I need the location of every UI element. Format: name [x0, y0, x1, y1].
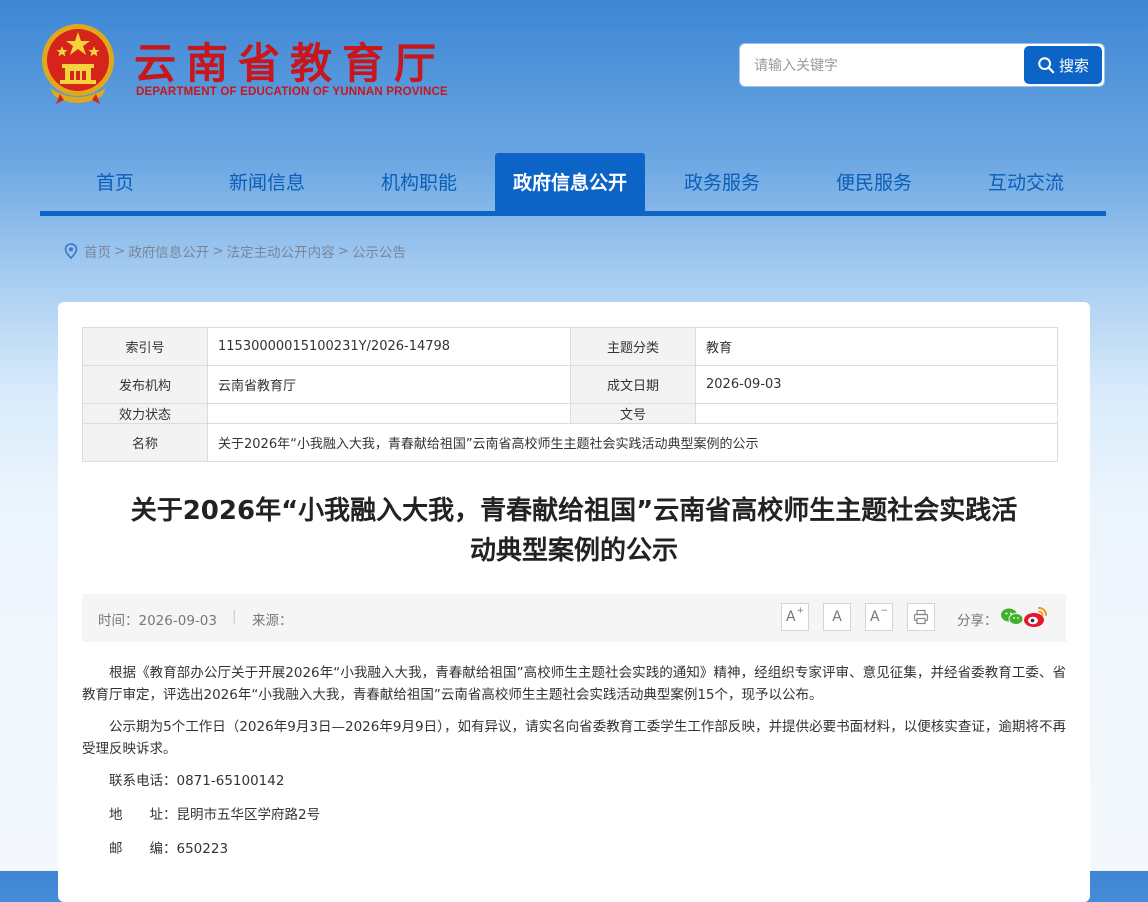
meta-row: 发布机构 云南省教育厅 成文日期 2026-09-03	[82, 365, 1058, 404]
publish-time: 时间：2026-09-03	[98, 613, 217, 629]
nav-item-gov-services[interactable]: 政务服务	[647, 153, 797, 212]
location-pin-icon	[64, 243, 78, 259]
search-icon	[1038, 57, 1055, 74]
contact-address: 地 址：昆明市五华区学府路2号	[109, 807, 321, 823]
breadcrumb-separator: >	[212, 243, 224, 259]
article-paragraph: 公示期为5个工作日（2026年9月3日—2026年9月9日），如有异议，请实名向…	[82, 719, 1066, 757]
search-box: 搜索	[739, 43, 1105, 87]
meta-publisher-value: 云南省教育厅	[207, 365, 571, 404]
breadcrumb-home[interactable]: 首页	[84, 241, 111, 261]
meta-name-value: 关于2026年“小我融入大我，青春献给祖国”云南省高校师生主题社会实践活动典型案…	[207, 423, 1058, 462]
meta-index-label: 索引号	[82, 327, 208, 366]
contact-phone: 联系电话：0871-65100142	[109, 773, 285, 789]
article-title-line: 动典型案例的公示	[469, 536, 678, 566]
meta-date-value: 2026-09-03	[695, 365, 1058, 404]
meta-docno-value	[695, 403, 1058, 424]
article-title-line: 关于2026年“小我融入大我，青春献给祖国”云南省高校师生主题社会实践活	[130, 496, 1018, 526]
breadcrumb-gov-info[interactable]: 政府信息公开	[128, 241, 209, 261]
meta-row: 效力状态 文号	[82, 403, 1058, 424]
article-paragraph: 根据《教育部办公厅关于开展2026年“小我融入大我，青春献给祖国”高校师生主题社…	[82, 665, 1066, 703]
meta-docno-label: 文号	[570, 403, 696, 424]
print-button[interactable]	[907, 603, 935, 631]
national-emblem-icon[interactable]	[40, 22, 116, 104]
share-label: 分享：	[957, 613, 998, 629]
article-info-bar: 时间：2026-09-03 | 来源： A + A A − 分享：	[82, 594, 1066, 642]
search-button-label: 搜索	[1058, 56, 1089, 75]
meta-index-value: 11530000015100231Y/2026-14798	[207, 327, 571, 366]
meta-row: 名称 关于2026年“小我融入大我，青春献给祖国”云南省高校师生主题社会实践活动…	[82, 423, 1058, 462]
nav-item-home[interactable]: 首页	[40, 153, 190, 212]
breadcrumb-separator: >	[114, 243, 126, 259]
site-subtitle: DEPARTMENT OF EDUCATION OF YUNNAN PROVIN…	[136, 86, 448, 98]
nav-item-public-services[interactable]: 便民服务	[798, 153, 950, 212]
meta-name-label: 名称	[82, 423, 208, 462]
nav-item-organization[interactable]: 机构职能	[343, 153, 495, 212]
search-button[interactable]: 搜索	[1024, 46, 1102, 84]
nav-item-news[interactable]: 新闻信息	[191, 153, 343, 212]
search-input[interactable]	[752, 53, 1026, 79]
main-nav: 首页 新闻信息 机构职能 政府信息公开 政务服务 便民服务 互动交流	[40, 153, 1106, 212]
article-body: 根据《教育部办公厅关于开展2026年“小我融入大我，青春献给祖国”高校师生主题社…	[82, 662, 1066, 872]
breadcrumb: 首页 > 政府信息公开 > 法定主动公开内容 > 公示公告	[64, 241, 406, 261]
article-title: 关于2026年“小我融入大我，青春献给祖国”云南省高校师生主题社会实践活 动典型…	[82, 491, 1066, 571]
meta-status-label: 效力状态	[82, 403, 208, 424]
font-decrease-button[interactable]: A −	[865, 603, 893, 631]
meta-date-label: 成文日期	[570, 365, 696, 404]
contact-postcode: 邮 编：650223	[109, 841, 229, 857]
breadcrumb-notice[interactable]: 公示公告	[352, 241, 406, 261]
breadcrumb-separator: >	[337, 243, 349, 259]
weibo-icon[interactable]	[1022, 603, 1050, 631]
meta-publisher-label: 发布机构	[82, 365, 208, 404]
site-header: 云南省教育厅 DEPARTMENT OF EDUCATION OF YUNNAN…	[0, 0, 1148, 150]
nav-item-interaction[interactable]: 互动交流	[950, 153, 1102, 212]
meta-category-value: 教育	[695, 327, 1058, 366]
font-normal-button[interactable]: A	[823, 603, 851, 631]
meta-row: 索引号 11530000015100231Y/2026-14798 主题分类 教…	[82, 327, 1058, 366]
nav-item-gov-info[interactable]: 政府信息公开	[495, 153, 645, 212]
meta-status-value	[207, 403, 571, 424]
nav-underline	[40, 211, 1106, 216]
breadcrumb-statutory[interactable]: 法定主动公开内容	[227, 241, 335, 261]
site-title[interactable]: 云南省教育厅	[134, 30, 446, 91]
printer-icon	[913, 609, 929, 625]
font-increase-button[interactable]: A +	[781, 603, 809, 631]
article-source: 来源：	[252, 613, 293, 629]
meta-category-label: 主题分类	[570, 327, 696, 366]
document-meta-table: 索引号 11530000015100231Y/2026-14798 主题分类 教…	[82, 327, 1058, 462]
info-divider: |	[232, 608, 237, 624]
